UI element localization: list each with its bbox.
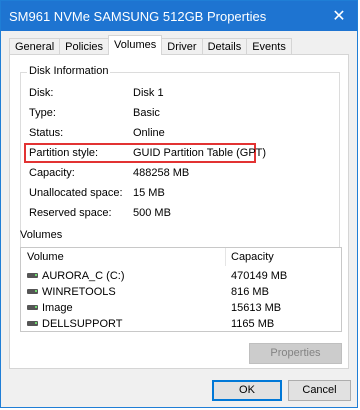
tab-events[interactable]: Events [246, 38, 292, 55]
title-bar: SM961 NVMe SAMSUNG 512GB Properties ✕ [1, 1, 357, 31]
partition-style-value: GUID Partition Table (GPT) [133, 147, 267, 159]
column-header-capacity[interactable]: Capacity [231, 251, 274, 263]
drive-icon [27, 289, 38, 294]
tab-details[interactable]: Details [201, 38, 248, 55]
reserved-label: Reserved space: [29, 207, 112, 219]
drive-icon [27, 273, 38, 278]
volume-capacity: 470149 MB [231, 270, 288, 282]
disk-information-group: Disk Information Disk: Disk 1 Type: Basi… [20, 65, 340, 272]
drive-icon [27, 305, 38, 310]
type-label: Type: [29, 107, 56, 119]
list-item[interactable]: Image 15613 MB [21, 301, 341, 315]
volume-name: DELLSUPPORT [42, 318, 123, 330]
disk-label: Disk: [29, 87, 54, 99]
ok-button[interactable]: OK [212, 380, 282, 401]
tab-general[interactable]: General [9, 38, 61, 55]
window-title: SM961 NVMe SAMSUNG 512GB Properties [9, 8, 267, 24]
tab-strip: General Policies Volumes Driver Details … [9, 35, 292, 55]
status-label: Status: [29, 127, 64, 139]
unallocated-label: Unallocated space: [29, 187, 123, 199]
tab-volumes[interactable]: Volumes [108, 35, 163, 55]
properties-button[interactable]: Properties [249, 343, 342, 364]
type-value: Basic [133, 107, 160, 119]
volume-capacity: 1165 MB [231, 318, 275, 330]
volume-capacity: 816 MB [231, 286, 269, 298]
volume-name: Image [42, 302, 73, 314]
drive-icon [27, 321, 38, 326]
column-header-volume[interactable]: Volume [27, 251, 64, 263]
cancel-button[interactable]: Cancel [288, 380, 351, 401]
volume-name: AURORA_C (C:) [42, 270, 125, 282]
volumes-tab-panel: Disk Information Disk: Disk 1 Type: Basi… [9, 54, 349, 369]
list-item[interactable]: DELLSUPPORT 1165 MB [21, 317, 341, 331]
volumes-section-label: Volumes [20, 229, 63, 241]
list-item[interactable]: AURORA_C (C:) 470149 MB [21, 269, 341, 283]
disk-information-title: Disk Information [27, 65, 111, 77]
list-item[interactable]: WINRETOOLS 816 MB [21, 285, 341, 299]
volumes-list-header: Volume Capacity [21, 248, 341, 266]
column-separator[interactable] [225, 248, 226, 266]
status-value: Online [133, 127, 165, 139]
reserved-value: 500 MB [133, 207, 171, 219]
tab-driver[interactable]: Driver [161, 38, 203, 55]
volume-capacity: 15613 MB [231, 302, 282, 314]
volumes-list[interactable]: Volume Capacity AURORA_C (C:) 470149 MB … [20, 247, 342, 332]
unallocated-value: 15 MB [133, 187, 165, 199]
capacity-label: Capacity: [29, 167, 75, 179]
volume-name: WINRETOOLS [42, 286, 116, 298]
tab-policies[interactable]: Policies [59, 38, 110, 55]
disk-value: Disk 1 [133, 87, 164, 99]
partition-style-label: Partition style: [29, 147, 99, 159]
capacity-value: 488258 MB [133, 167, 190, 179]
close-icon[interactable]: ✕ [321, 1, 357, 31]
properties-window: SM961 NVMe SAMSUNG 512GB Properties ✕ Ge… [0, 0, 358, 408]
